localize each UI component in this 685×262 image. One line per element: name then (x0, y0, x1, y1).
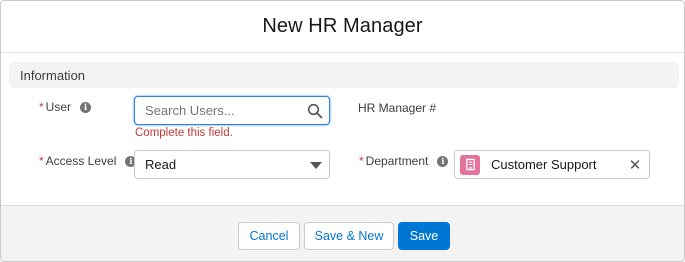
user-search-field[interactable] (134, 96, 330, 125)
required-marker: * (39, 100, 44, 114)
required-marker: * (39, 154, 44, 168)
access-level-value: Read (145, 157, 177, 172)
user-label: * User i (39, 100, 92, 114)
search-icon[interactable] (307, 103, 323, 119)
required-marker: * (359, 154, 364, 168)
save-button[interactable]: Save (398, 222, 450, 250)
department-value: Customer Support (491, 157, 597, 172)
department-label-text: Department (365, 154, 429, 168)
user-search-input[interactable] (145, 103, 295, 118)
section-title-label: Information (20, 67, 86, 83)
cancel-button[interactable]: Cancel (238, 222, 300, 250)
hr-manager-number-label: HR Manager # (358, 101, 437, 115)
department-label: * Department i (359, 154, 449, 168)
user-label-text: User (45, 100, 72, 114)
access-level-label-text: Access Level (45, 154, 117, 168)
modal-header: New HR Manager (1, 1, 684, 53)
section-information[interactable]: Information (9, 62, 679, 88)
close-icon[interactable]: ✕ (627, 157, 643, 174)
access-level-label: * Access Level i (39, 154, 137, 168)
modal-footer: Cancel Save & New Save (1, 205, 684, 261)
info-icon[interactable]: i (437, 155, 449, 167)
department-lookup-field[interactable]: Customer Support ✕ (454, 150, 650, 179)
modal-title: New HR Manager (262, 15, 423, 37)
chevron-down-icon[interactable] (310, 162, 322, 169)
save-and-new-button[interactable]: Save & New (304, 222, 394, 250)
user-error-message: Complete this field. (135, 127, 233, 139)
info-icon[interactable]: i (80, 101, 92, 113)
building-icon (460, 154, 480, 175)
new-hr-manager-modal: New HR Manager Information * User i Comp… (0, 0, 685, 262)
access-level-select[interactable]: Read (134, 150, 330, 179)
